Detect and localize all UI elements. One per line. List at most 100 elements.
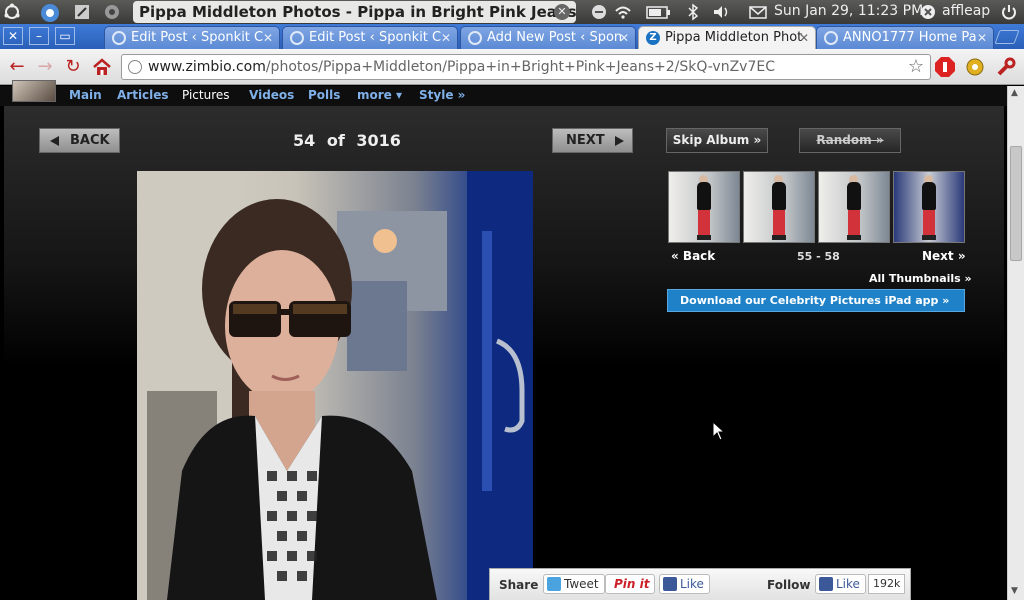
- tab-pippa-middleton[interactable]: Z Pippa Middleton Phot ✕: [638, 26, 816, 49]
- facebook-like-button[interactable]: Like: [659, 574, 710, 594]
- tab-label: ANNO1777 Home Pa: [843, 30, 977, 45]
- tab-close-icon[interactable]: ✕: [977, 27, 987, 49]
- skip-album-button[interactable]: Skip Album »: [666, 128, 768, 153]
- minimize-window-button[interactable]: –: [29, 27, 49, 45]
- thumbnail-56[interactable]: [743, 171, 815, 243]
- scroll-down-icon[interactable]: ▼: [1011, 586, 1018, 596]
- tab-edit-post-1[interactable]: Edit Post ‹ Sponkit C ✕: [104, 26, 280, 49]
- messaging-icon[interactable]: [748, 3, 768, 21]
- tab-label: Edit Post ‹ Sponkit C: [309, 30, 442, 45]
- zimbio-icon: Z: [646, 31, 660, 45]
- tab-close-icon[interactable]: ✕: [799, 27, 809, 49]
- tab-close-icon[interactable]: ✕: [441, 27, 451, 49]
- wordpress-icon: [112, 31, 126, 45]
- back-button[interactable]: BACK: [39, 128, 120, 153]
- facebook-icon: [819, 577, 833, 591]
- twitter-bird-icon: [547, 577, 561, 591]
- tab-label: Add New Post ‹ Spon: [487, 30, 623, 45]
- pinit-button[interactable]: Pin it: [605, 574, 656, 594]
- nav-polls[interactable]: Polls: [308, 88, 340, 102]
- system-settings-launcher-icon[interactable]: [101, 3, 119, 21]
- thumbnail-57[interactable]: [818, 171, 890, 243]
- maximize-window-button[interactable]: ▭: [55, 27, 75, 45]
- follow-count: 192k: [868, 574, 906, 594]
- url-path: /photos/Pippa+Middleton/Pippa+in+Bright+…: [265, 59, 775, 75]
- new-tab-button[interactable]: [994, 30, 1020, 44]
- site-navigation: Main Articles Pictures Videos Polls more…: [0, 80, 1007, 106]
- window-title: Pippa Middleton Photos - Pippa in Bright…: [133, 1, 576, 23]
- tab-anno1777[interactable]: ANNO1777 Home Pa ✕: [816, 26, 994, 49]
- counter-total: 3016: [356, 131, 401, 150]
- address-bar[interactable]: www.zimbio.com/photos/Pippa+Middleton/Pi…: [121, 54, 931, 80]
- scroll-up-icon[interactable]: ▲: [1011, 88, 1018, 98]
- page-scrollbar[interactable]: ▲ ▼: [1007, 86, 1024, 600]
- gallery-content: BACK 54 of 3016 NEXT Skip Album » Random…: [4, 106, 1004, 600]
- right-triangle-icon: [615, 136, 624, 146]
- settings-extension-icon[interactable]: [964, 56, 986, 78]
- random-button[interactable]: Random »: [799, 128, 901, 153]
- clock[interactable]: Sun Jan 29, 11:23 PM: [774, 3, 923, 19]
- user-name[interactable]: affleap: [942, 3, 990, 19]
- volume-icon[interactable]: [712, 3, 730, 21]
- os-top-panel: Pippa Middleton Photos - Pippa in Bright…: [0, 0, 1024, 24]
- nav-more[interactable]: more ▾: [357, 88, 402, 102]
- follow-like-button[interactable]: Like: [815, 574, 866, 594]
- nav-style[interactable]: Style »: [419, 88, 465, 102]
- wordpress-icon: [290, 31, 304, 45]
- page-info-icon[interactable]: [128, 60, 142, 74]
- like-label: Like: [680, 577, 704, 591]
- share-label: Share: [499, 578, 539, 592]
- counter-of: of: [326, 131, 345, 150]
- page-viewport: Main Articles Pictures Videos Polls more…: [0, 80, 1024, 600]
- battery-icon[interactable]: [646, 3, 672, 21]
- ipad-app-banner[interactable]: Download our Celebrity Pictures iPad app…: [667, 289, 965, 312]
- counter-current: 54: [293, 131, 316, 150]
- mail-indicator-icon[interactable]: [590, 3, 608, 21]
- text-editor-launcher-icon[interactable]: [73, 3, 91, 21]
- adblock-extension-icon[interactable]: [934, 56, 956, 78]
- follow-like-label: Like: [836, 577, 860, 591]
- wrench-menu-icon[interactable]: [995, 56, 1017, 78]
- next-button-label: NEXT: [566, 133, 605, 148]
- back-arrow-icon[interactable]: ←: [7, 57, 27, 77]
- photo-counter: 54 of 3016: [293, 131, 401, 150]
- tab-close-icon[interactable]: ✕: [263, 27, 273, 49]
- left-triangle-icon: [50, 136, 59, 146]
- close-window-button[interactable]: ✕: [3, 27, 23, 45]
- tab-label: Edit Post ‹ Sponkit C: [131, 30, 264, 45]
- facebook-icon: [663, 577, 677, 591]
- scrollbar-thumb[interactable]: [1010, 146, 1022, 261]
- forward-arrow-icon[interactable]: →: [35, 57, 55, 77]
- tab-close-icon[interactable]: ✕: [619, 27, 629, 49]
- ubuntu-menu-icon[interactable]: [3, 3, 21, 21]
- bluetooth-icon[interactable]: [686, 3, 704, 21]
- thumbnail-58[interactable]: [893, 171, 965, 243]
- wifi-icon[interactable]: [614, 3, 632, 21]
- share-bar: Share Tweet Pin it Like Follow Like 192k: [489, 568, 911, 600]
- chrome-launcher-icon[interactable]: [40, 3, 59, 22]
- url-host: www.zimbio.com: [148, 59, 266, 75]
- all-thumbnails-link[interactable]: All Thumbnails »: [869, 272, 972, 285]
- nav-main[interactable]: Main: [69, 88, 102, 102]
- tab-add-new-post[interactable]: Add New Post ‹ Spon ✕: [460, 26, 636, 49]
- bookmark-star-icon[interactable]: ☆: [908, 56, 924, 77]
- main-photo[interactable]: [137, 171, 533, 600]
- tweet-button[interactable]: Tweet: [543, 574, 605, 594]
- power-icon[interactable]: [1000, 3, 1018, 21]
- home-icon[interactable]: [92, 57, 112, 77]
- thumbnail-55[interactable]: [668, 171, 740, 243]
- url-text[interactable]: www.zimbio.com/photos/Pippa+Middleton/Pi…: [148, 55, 775, 79]
- user-status-icon[interactable]: [920, 3, 938, 21]
- nav-articles[interactable]: Articles: [117, 88, 169, 102]
- window-close-icon[interactable]: ✕: [554, 4, 570, 20]
- reload-icon[interactable]: ↻: [63, 57, 83, 77]
- nav-videos[interactable]: Videos: [249, 88, 294, 102]
- tab-label: Pippa Middleton Phot: [665, 30, 803, 45]
- tab-edit-post-2[interactable]: Edit Post ‹ Sponkit C ✕: [282, 26, 458, 49]
- back-button-label: BACK: [70, 133, 110, 148]
- next-button[interactable]: NEXT: [552, 128, 633, 153]
- nav-pictures[interactable]: Pictures: [182, 88, 230, 102]
- thumbnails-back-link[interactable]: « Back: [671, 249, 715, 263]
- thumbnails-next-link[interactable]: Next »: [922, 249, 966, 263]
- avatar[interactable]: [12, 80, 56, 102]
